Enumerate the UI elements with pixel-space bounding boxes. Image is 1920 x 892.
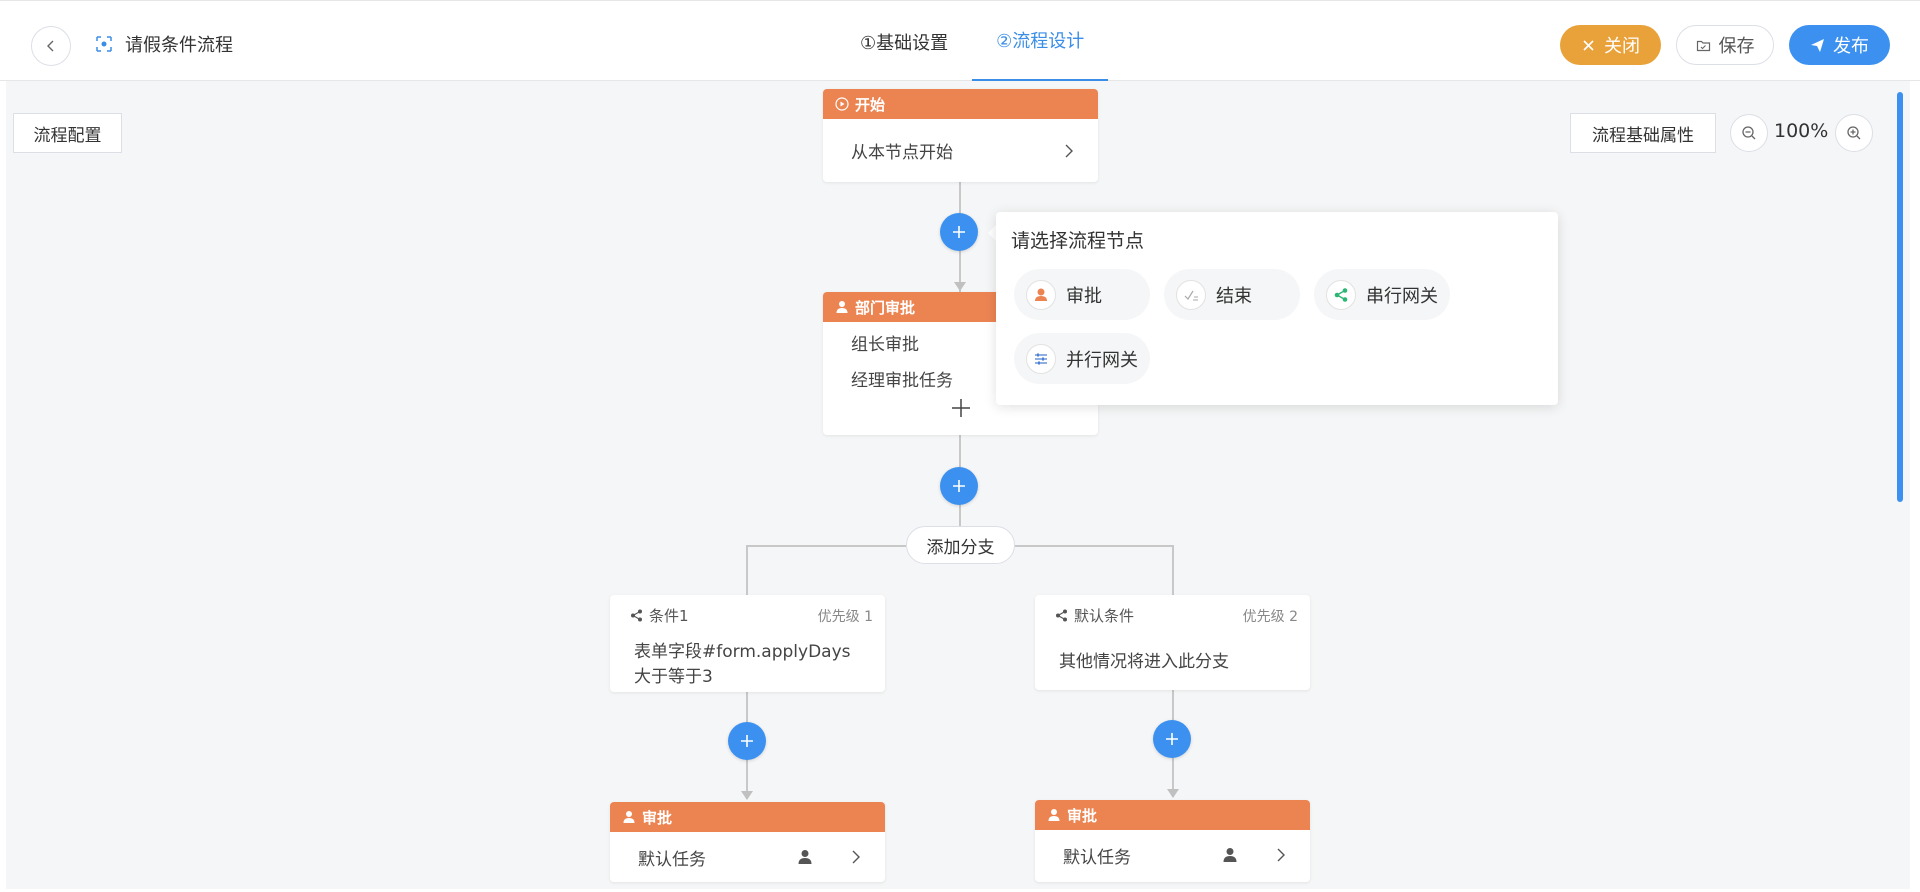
user-icon	[836, 301, 848, 313]
connector-line	[1172, 545, 1174, 595]
condition-header: 默认条件 优先级 2	[1035, 595, 1310, 626]
condition-text: 其他情况将进入此分支	[1059, 652, 1229, 672]
node-option-label: 串行网关	[1366, 285, 1438, 307]
condition-branch-1[interactable]: 条件1 优先级 1 表单字段#form.applyDays大于等于3	[610, 595, 885, 692]
condition-priority: 优先级 2	[1242, 608, 1298, 625]
user-icon	[1048, 809, 1060, 821]
plus-icon	[951, 399, 970, 417]
task-row[interactable]: 默认任务	[1035, 830, 1310, 880]
zoom-level: 100%	[1774, 120, 1829, 142]
start-node-header: 开始	[823, 89, 1098, 119]
connector-line	[1015, 545, 1174, 547]
condition-priority: 优先级 1	[817, 608, 873, 625]
send-icon	[1811, 38, 1824, 52]
end-icon	[1184, 290, 1198, 300]
tab-process-design[interactable]: ②流程设计	[972, 1, 1109, 82]
dept-approval-title: 部门审批	[855, 298, 916, 317]
approval-node[interactable]: 审批 默认任务	[1035, 800, 1310, 882]
process-config-button[interactable]: 流程配置	[13, 113, 122, 153]
process-icon	[96, 36, 112, 52]
share-icon	[631, 609, 642, 622]
chevron-right-icon[interactable]	[1274, 848, 1288, 862]
arrow-icon	[1167, 789, 1179, 798]
node-option-parallel-gateway[interactable]: 并行网关	[1014, 333, 1150, 384]
node-option-label: 并行网关	[1066, 349, 1138, 371]
top-header: 请假条件流程 ①基础设置 ②流程设计 关闭 保存 发布	[0, 0, 1920, 82]
node-option-approver[interactable]: 审批	[1014, 269, 1150, 320]
start-node-title: 开始	[855, 95, 886, 114]
condition-name: 默认条件	[1074, 607, 1135, 625]
connector-line	[747, 545, 906, 547]
node-option-serial-gateway[interactable]: 串行网关	[1314, 269, 1450, 320]
add-node-button[interactable]	[1153, 720, 1191, 758]
process-props-button[interactable]: 流程基础属性	[1570, 113, 1716, 153]
add-node-button[interactable]	[940, 213, 978, 251]
zoom-in-icon	[1847, 126, 1861, 140]
arrow-icon	[954, 282, 966, 291]
zoom-out-icon	[1742, 126, 1756, 140]
add-node-button[interactable]	[728, 722, 766, 760]
condition-branch-2[interactable]: 默认条件 优先级 2 其他情况将进入此分支	[1035, 595, 1310, 690]
approval-node-header: 审批	[1035, 800, 1310, 830]
share-icon	[1056, 609, 1067, 622]
task-label: 经理审批任务	[851, 370, 953, 391]
approval-node[interactable]: 审批 默认任务	[610, 802, 885, 882]
plus-icon	[741, 735, 753, 747]
assignee-icon[interactable]	[1222, 847, 1238, 863]
start-node-text: 从本节点开始	[851, 143, 953, 163]
node-option-end[interactable]: 结束	[1164, 269, 1300, 320]
condition-header: 条件1 优先级 1	[610, 595, 885, 626]
publish-button[interactable]: 发布	[1789, 25, 1890, 65]
task-row[interactable]: 默认任务	[610, 832, 885, 882]
chevron-right-icon	[1065, 144, 1073, 157]
folder-icon	[1696, 40, 1710, 51]
approval-node-header: 审批	[610, 802, 885, 832]
publish-button-label: 发布	[1833, 36, 1869, 57]
add-node-button[interactable]	[940, 467, 978, 505]
scrollbar-thumb[interactable]	[1897, 92, 1903, 502]
process-title: 请假条件流程	[95, 31, 233, 57]
tab-basic-settings[interactable]: ①基础设置	[836, 1, 972, 82]
plus-icon	[953, 480, 965, 492]
save-button-label: 保存	[1718, 36, 1755, 57]
user-icon	[623, 811, 635, 823]
approval-node-title: 审批	[642, 808, 673, 827]
plus-icon	[1166, 733, 1178, 745]
page-title: 请假条件流程	[125, 35, 233, 56]
save-button[interactable]: 保存	[1676, 25, 1774, 65]
condition-text: 表单字段#form.applyDays大于等于3	[634, 642, 851, 687]
scrollbar-track	[1912, 81, 1920, 892]
task-label: 默认任务	[1063, 847, 1131, 868]
sliders-icon	[1035, 353, 1047, 364]
connector-line	[746, 545, 748, 595]
task-label: 组长审批	[851, 334, 919, 355]
popover-title: 请选择流程节点	[1011, 230, 1145, 252]
condition-name: 条件1	[649, 607, 689, 625]
approval-node-title: 审批	[1067, 806, 1098, 825]
close-button-label: 关闭	[1604, 36, 1640, 57]
close-button[interactable]: 关闭	[1560, 25, 1661, 65]
play-circle-icon	[835, 97, 849, 111]
arrow-icon	[741, 791, 753, 800]
task-label: 默认任务	[638, 849, 706, 870]
approver-icon	[1035, 288, 1047, 301]
start-node-body: 从本节点开始	[823, 119, 1098, 182]
back-button[interactable]	[31, 26, 71, 66]
close-icon	[1583, 39, 1594, 51]
zoom-in-button[interactable]	[1835, 114, 1873, 152]
assignee-icon[interactable]	[797, 849, 813, 865]
plus-icon	[953, 226, 965, 238]
start-node[interactable]: 开始 从本节点开始	[823, 89, 1098, 182]
node-option-label: 审批	[1066, 285, 1102, 307]
node-option-label: 结束	[1216, 285, 1252, 307]
zoom-out-button[interactable]	[1730, 114, 1768, 152]
node-type-popover: 请选择流程节点 审批 结束 串行网关 并行网关	[996, 212, 1558, 405]
step-tabs: ①基础设置 ②流程设计	[836, 1, 1109, 82]
add-branch-button[interactable]: 添加分支	[906, 526, 1015, 564]
chevron-right-icon[interactable]	[849, 850, 863, 864]
share-icon	[1334, 287, 1348, 302]
chevron-left-icon	[47, 40, 54, 52]
